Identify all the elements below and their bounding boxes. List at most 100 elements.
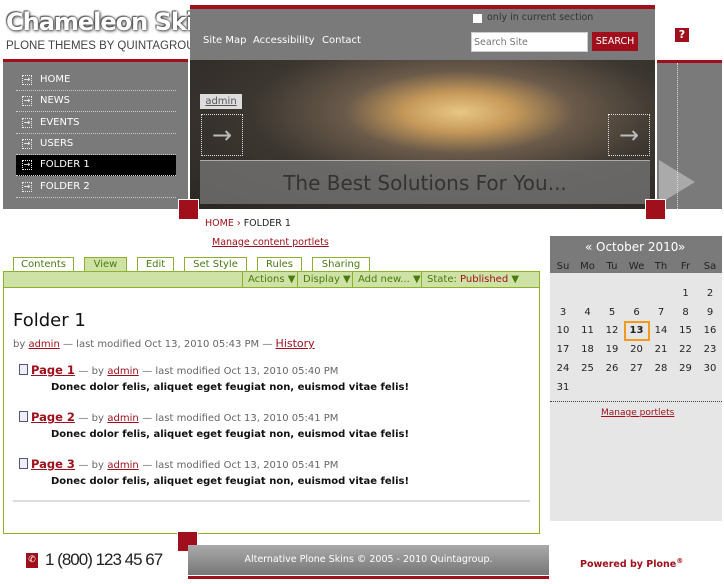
weekday-label: Sa <box>703 261 717 272</box>
calendar-day: 22 <box>679 344 692 356</box>
powered-by-link[interactable]: Powered by Plone <box>580 559 676 570</box>
phone-number: 1 (800) 123 45 67 <box>45 550 163 569</box>
display-menu[interactable]: Display ▼ <box>297 272 356 287</box>
weekday-label: Tu <box>606 261 618 272</box>
item-title-link[interactable]: Page 2 <box>31 410 75 424</box>
calendar-day: 4 <box>584 306 591 318</box>
breadcrumb-separator: › <box>236 218 241 229</box>
divider <box>13 500 530 502</box>
decor-square <box>645 199 666 220</box>
calendar-day: 31 <box>556 381 570 393</box>
modified-text: — last modified Oct 13, 2010 05:41 PM <box>142 460 339 471</box>
arrow-right-icon: → <box>22 138 32 149</box>
breadcrumb: HOME › FOLDER 1 <box>205 218 291 229</box>
nav-item-home[interactable]: → HOME <box>16 70 176 91</box>
calendar-day: 21 <box>654 344 668 356</box>
content-area: Folder 1 by admin — last modified Oct 13… <box>3 287 540 534</box>
actions-menu[interactable]: Actions ▼ <box>242 272 300 287</box>
state-value: Published <box>460 274 509 285</box>
arrow-right-icon: → <box>22 160 32 171</box>
calendar-next-button[interactable]: » <box>678 240 685 254</box>
calendar-day: 12 <box>605 325 619 337</box>
user-link[interactable]: admin <box>205 96 236 107</box>
nav-item-folder-2[interactable]: → FOLDER 2 <box>16 177 176 198</box>
calendar-month: October 2010 <box>596 240 679 254</box>
help-icon[interactable]: ? <box>675 28 689 42</box>
nav-item-label: FOLDER 1 <box>40 159 90 171</box>
only-current-section-checkbox[interactable] <box>473 14 482 23</box>
tab-set-style[interactable]: Set Style <box>184 257 247 272</box>
tab-edit[interactable]: Edit <box>137 257 174 272</box>
search-button[interactable]: SEARCH <box>592 32 638 51</box>
calendar-day: 8 <box>682 306 689 318</box>
prev-slide-arrow-icon[interactable]: → <box>201 114 243 156</box>
nav-item-label: EVENTS <box>40 116 80 128</box>
calendar-day: 26 <box>605 362 619 374</box>
breadcrumb-current: FOLDER 1 <box>243 218 291 229</box>
next-slide-arrow-icon[interactable]: → <box>608 114 650 156</box>
search-input[interactable] <box>471 32 588 52</box>
by-label: by <box>13 339 26 350</box>
manage-content-portlets-link[interactable]: Manage content portlets <box>212 237 329 248</box>
only-current-section-label: only in current section <box>487 12 594 23</box>
nav-item-events[interactable]: → EVENTS <box>16 113 176 134</box>
item-description: Donec dolor felis, aliquet eget feugiat … <box>51 476 410 487</box>
accessibility-link[interactable]: Accessibility <box>253 35 315 46</box>
page-icon <box>19 458 28 469</box>
manage-portlets-link[interactable]: Manage portlets <box>601 408 674 418</box>
arrow-right-icon: → <box>22 181 32 192</box>
arrow-right-icon: → <box>22 117 32 128</box>
weekday-label: Fr <box>680 261 691 272</box>
by-label: — by <box>78 366 104 377</box>
nav-item-label: NEWS <box>40 95 71 107</box>
weekday-label: Su <box>556 261 570 272</box>
divider <box>550 401 722 402</box>
nav-item-label: USERS <box>40 137 74 149</box>
powered-by[interactable]: Powered by Plone® <box>580 557 683 570</box>
decor-square <box>178 199 199 220</box>
modified-text: — last modified Oct 13, 2010 05:43 PM — <box>62 339 273 350</box>
item-title-link[interactable]: Page 3 <box>31 457 75 471</box>
user-tab[interactable]: admin <box>200 94 242 109</box>
contact-link[interactable]: Contact <box>322 35 361 46</box>
author-link[interactable]: admin <box>28 339 59 350</box>
divider <box>188 576 549 579</box>
tab-contents[interactable]: Contents <box>13 257 74 272</box>
calendar-day: 14 <box>654 325 668 337</box>
calendar-day: 28 <box>654 362 668 374</box>
page-icon <box>19 411 28 422</box>
tab-rules[interactable]: Rules <box>257 257 302 272</box>
calendar-day: 20 <box>630 344 643 356</box>
state-menu[interactable]: State: Published ▼ <box>421 272 524 287</box>
modified-text: — last modified Oct 13, 2010 05:40 PM <box>142 366 339 377</box>
author-link[interactable]: admin <box>107 366 138 377</box>
calendar-day: 6 <box>633 306 640 318</box>
nav-item-news[interactable]: → NEWS <box>16 91 176 113</box>
nav-item-label: HOME <box>40 74 71 85</box>
state-label: State: <box>427 274 457 285</box>
page-title: Folder 1 <box>13 310 86 331</box>
history-link[interactable]: History <box>276 337 315 350</box>
calendar-day: 7 <box>657 306 665 318</box>
footer-copyright: Alternative Plone Skins © 2005 - 2010 Qu… <box>188 545 549 575</box>
breadcrumb-home[interactable]: HOME <box>205 218 234 229</box>
side-decoration <box>657 60 722 209</box>
add-new-menu[interactable]: Add new... ▼ <box>352 272 426 287</box>
nav-item-folder-1[interactable]: → FOLDER 1 <box>16 155 176 177</box>
site-map-link[interactable]: Site Map <box>203 35 246 46</box>
page-icon <box>19 364 28 375</box>
nav-item-users[interactable]: → USERS <box>16 134 176 155</box>
top-bar: Site Map Accessibility Contact only in c… <box>190 5 655 60</box>
item-title-link[interactable]: Page 1 <box>31 363 75 377</box>
calendar-day: 30 <box>703 362 717 374</box>
calendar-day: 17 <box>556 344 570 356</box>
calendar-day: 29 <box>679 362 692 374</box>
calendar-prev-button[interactable]: « <box>585 240 592 254</box>
calendar-header: « October 2010 » Su Mo Tu We Th Fr Sa <box>550 236 722 273</box>
by-label: — by <box>78 460 104 471</box>
logo-title[interactable]: Chameleon Skin <box>6 8 210 36</box>
tab-sharing[interactable]: Sharing <box>312 257 370 272</box>
author-link[interactable]: admin <box>107 413 138 424</box>
item-description: Donec dolor felis, aliquet eget feugiat … <box>51 429 410 440</box>
author-link[interactable]: admin <box>107 460 138 471</box>
